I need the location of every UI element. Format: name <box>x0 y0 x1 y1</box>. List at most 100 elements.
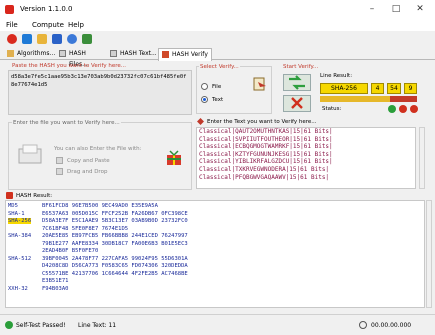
tab-hash-text[interactable]: HASH Text... <box>107 48 157 60</box>
folder-icon[interactable] <box>37 34 47 44</box>
result-value: F94B03A0 <box>42 285 69 292</box>
menu-help[interactable]: Help <box>68 21 84 29</box>
hash-input-label: Paste the HASH you want to Verify here..… <box>12 63 127 69</box>
start-verify-button[interactable] <box>283 74 311 91</box>
hash-result-label: HASH Result: <box>16 193 53 199</box>
result-alg: SHA-256 <box>8 218 32 224</box>
status-bar: Self-Test Passed! Line Text: 11 00.00.00… <box>0 314 435 335</box>
file-icon <box>59 50 66 57</box>
drag-drop-label: Drag and Drop <box>67 169 108 175</box>
result-line-sha1: SHA-1 <box>8 211 25 219</box>
app-icon <box>5 5 14 14</box>
tab-hash-verify[interactable]: HASH Verify <box>158 48 212 61</box>
gift-box-icon[interactable] <box>166 150 182 166</box>
list-item[interactable]: Classical|PFQBGWVGAQAAWV|15|61 Bits| <box>197 174 415 182</box>
status-error-icon <box>399 105 407 113</box>
result-line-sha384: SHA-384 <box>8 233 31 241</box>
radio-text[interactable] <box>201 96 208 103</box>
list-item[interactable]: Classical|ECBQGMOGTWAMRKF|15|61 Bits| <box>197 143 415 151</box>
info-icon[interactable] <box>82 34 92 44</box>
algorithms-icon <box>7 50 14 57</box>
radio-file[interactable] <box>201 83 208 90</box>
result-value: 39BF0045 2A478F77 227CAFA5 99024F95 55D6… <box>42 255 188 262</box>
menu-compute[interactable]: Compute <box>32 21 64 29</box>
status-label: Status: <box>322 106 342 112</box>
radio-file-label: File <box>212 84 222 90</box>
menu-file[interactable]: File <box>6 21 18 29</box>
stop-icon[interactable] <box>7 34 17 44</box>
copy-paste-label: Copy and Paste <box>67 158 110 164</box>
hash-result-area[interactable]: MD5 SHA-1 SHA-256 SHA-384 SHA-512 XXH-32… <box>5 200 425 308</box>
line-result-algorithm: SHA-256 <box>320 83 368 94</box>
title-bar: Version 1.1.0.0 – □ ✕ <box>0 0 435 20</box>
pencil-icon <box>197 118 204 125</box>
list-item[interactable]: Classical|KZTYFGUNUNJKESG|15|61 Bits| <box>197 151 415 159</box>
tab-hash-text-label: HASH Text... <box>120 50 157 57</box>
status-ok-icon <box>388 105 396 113</box>
result-line-sha256: SHA-256 <box>8 218 32 226</box>
save-icon[interactable] <box>52 34 62 44</box>
tab-algorithms[interactable]: Algorithms... <box>4 48 56 60</box>
file-verify-hint: You can also Enter the File with: <box>54 146 142 152</box>
tab-algorithms-label: Algorithms... <box>17 50 56 57</box>
start-verify-label: Start Verify... <box>283 64 319 70</box>
line-result-value-2: 54 <box>387 83 401 94</box>
select-verify-label: Select Verify... <box>199 64 240 70</box>
radio-text-label: Text <box>212 97 224 103</box>
list-item[interactable]: Classical|QAUT2OMUTHNTKAS|15|61 Bits| <box>197 128 415 136</box>
maximize-button[interactable]: □ <box>386 2 406 16</box>
line-text-count: Line Text: 11 <box>78 322 117 329</box>
result-value: 79B1E277 AAFE8334 30DB18C7 FA00E6B3 B01E… <box>42 240 188 247</box>
result-alg: SHA-512 <box>8 255 32 262</box>
drag-drop-icon <box>56 168 63 175</box>
result-value: E3B51E71 <box>42 278 69 284</box>
app-window: Version 1.1.0.0 – □ ✕ File Compute Help … <box>0 0 435 335</box>
cancel-verify-button[interactable] <box>283 95 311 112</box>
text-verify-list[interactable]: Classical|QAUT2OMUTHNTKAS|15|61 Bits| Cl… <box>196 127 416 189</box>
result-value: 20AE5E85 EB97FCB5 FB66BBB8 244E1CED 7624… <box>42 233 188 239</box>
window-title: Version 1.1.0.0 <box>20 5 73 13</box>
self-test-icon <box>5 321 13 329</box>
line-result-value-1: 4 <box>371 83 384 94</box>
result-value: D4208C8D D56CA773 F0583C65 FD074306 320D… <box>42 263 188 269</box>
result-alg: MD5 <box>8 203 18 209</box>
result-alg: SHA-1 <box>8 210 25 217</box>
line-result-label: Line Result: <box>320 73 353 79</box>
status-fail-icon <box>410 105 418 113</box>
close-button[interactable]: ✕ <box>410 2 430 16</box>
result-line-md5: MD5 <box>8 203 18 211</box>
verify-icon <box>162 51 169 58</box>
drop-files-icon <box>18 143 44 167</box>
tab-hash-files[interactable]: HASH Files... <box>56 48 104 68</box>
tab-strip: Algorithms... HASH Files... HASH Text...… <box>0 46 435 68</box>
hash-result-icon <box>6 192 13 199</box>
result-value: 2EAD4B0F B5F0FE70 <box>42 248 99 254</box>
toolbar <box>0 31 435 46</box>
line-result-progress <box>320 96 417 102</box>
text-verify-label: Enter the Text you want to Verify here..… <box>207 119 317 125</box>
hash-input[interactable]: d58a3e7fe5c1aae95b3c13e703ab9b0d23732fc0… <box>8 70 192 115</box>
list-item[interactable]: Classical|YIBLIKRFALGZDCU|15|61 Bits| <box>197 158 415 166</box>
list-item[interactable]: Classical|SVPIIUTFOUTHEOR|15|61 Bits| <box>197 136 415 144</box>
result-scrollbar[interactable] <box>426 200 432 308</box>
minimize-button[interactable]: – <box>362 2 382 16</box>
list-item[interactable]: Classical|TXKRVEGWNODERA|15|61 Bits| <box>197 166 415 174</box>
result-value: E6537A63 005D015C FFCF252B FA26DB67 0FC3… <box>42 210 188 217</box>
result-value: 7C61BF48 5FE0F8E7 7674E1D5 <box>42 225 129 232</box>
text-list-scrollbar[interactable] <box>419 127 425 189</box>
line-result-value-3: 9 <box>404 83 417 94</box>
result-value: BF61FCD8 96E7B500 9EC49AD0 E35E9A5A <box>42 203 158 209</box>
result-value: C55571BE 42137706 1C664644 4F2FE2B5 AC74… <box>42 270 188 277</box>
help-icon[interactable] <box>67 34 77 44</box>
self-test-status: Self-Test Passed! <box>16 322 66 329</box>
clipboard-icon[interactable] <box>252 76 268 92</box>
text-icon <box>110 50 117 57</box>
copy-paste-icon <box>56 157 63 164</box>
computer-icon[interactable] <box>22 34 32 44</box>
result-line-sha512: SHA-512 <box>8 256 31 264</box>
result-alg: SHA-384 <box>8 233 32 239</box>
tab-hash-verify-label: HASH Verify <box>172 51 208 58</box>
result-value: D58A3E7F E5C1AAE9 5B3C13E7 03AB9B0D 2373… <box>42 218 188 224</box>
menu-bar: File Compute Help <box>0 20 435 31</box>
file-verify-label: Enter the file you want to Verify here..… <box>12 120 121 126</box>
